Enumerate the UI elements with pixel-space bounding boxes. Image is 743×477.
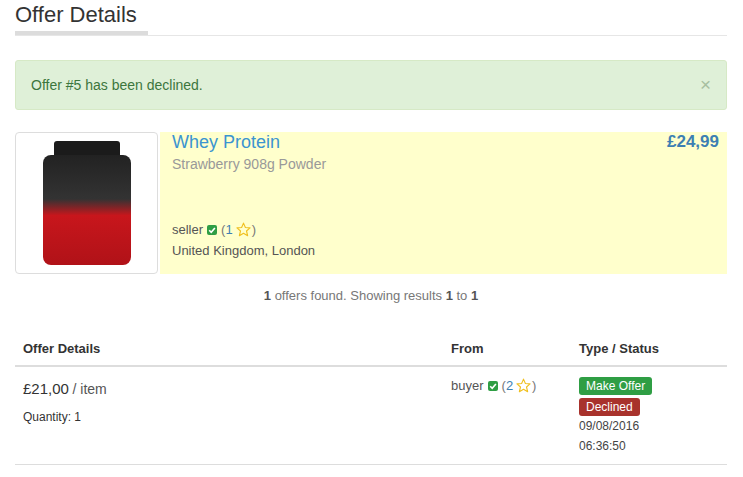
page-heading: Offer Details (15, 0, 727, 36)
offers-table: Offer DetailsFromType / Status£21,00 / i… (15, 333, 727, 465)
offer-price: £21,00 / item (23, 380, 435, 397)
seller-location: United Kingdom, London (172, 243, 719, 258)
table-header: Offer DetailsFromType / Status (15, 333, 727, 367)
success-alert: Offer #5 has been declined. × (15, 60, 727, 110)
page-title: Offer Details (15, 0, 148, 35)
alert-message: Offer #5 has been declined. (31, 75, 203, 95)
product-image[interactable] (15, 132, 158, 274)
offer-quantity: Quantity: 1 (23, 410, 435, 424)
product-subtitle: Strawberry 908g Powder (172, 156, 326, 172)
offer-date: 09/08/2016 (579, 416, 719, 436)
verified-check-icon (488, 381, 498, 391)
product-card: Whey Protein Strawberry 908g Powder £24,99… (15, 132, 727, 274)
offer-time: 06:36:50 (579, 436, 719, 456)
buyer-name[interactable]: buyer (451, 378, 484, 393)
status-badge: Make Offer (579, 377, 652, 395)
alert-close-button[interactable]: × (700, 75, 711, 95)
seller-info: seller(1) (172, 222, 719, 237)
seller-rating[interactable]: 1 (225, 222, 232, 237)
star-icon (236, 222, 251, 237)
column-header: Offer Details (15, 333, 443, 365)
results-summary: 1 offers found. Showing results 1 to 1 (15, 288, 727, 303)
buyer-info: buyer(2) (451, 378, 563, 393)
buyer-rating[interactable]: 2 (506, 378, 513, 393)
seller-name[interactable]: seller (172, 222, 203, 237)
column-header: From (443, 333, 571, 365)
verified-check-icon (207, 225, 217, 235)
product-photo (42, 141, 132, 265)
product-info: Whey Protein Strawberry 908g Powder £24,99… (160, 132, 727, 274)
column-header: Type / Status (571, 333, 727, 365)
product-title[interactable]: Whey Protein (172, 132, 326, 152)
table-row: £21,00 / item Quantity: 1 buyer(2) Make Off… (15, 367, 727, 465)
product-price: £24,99 (667, 132, 719, 152)
offer-page: Offer Details Offer #5 has been declined.… (0, 0, 743, 465)
status-badge: Declined (579, 398, 640, 416)
star-icon (516, 378, 531, 393)
